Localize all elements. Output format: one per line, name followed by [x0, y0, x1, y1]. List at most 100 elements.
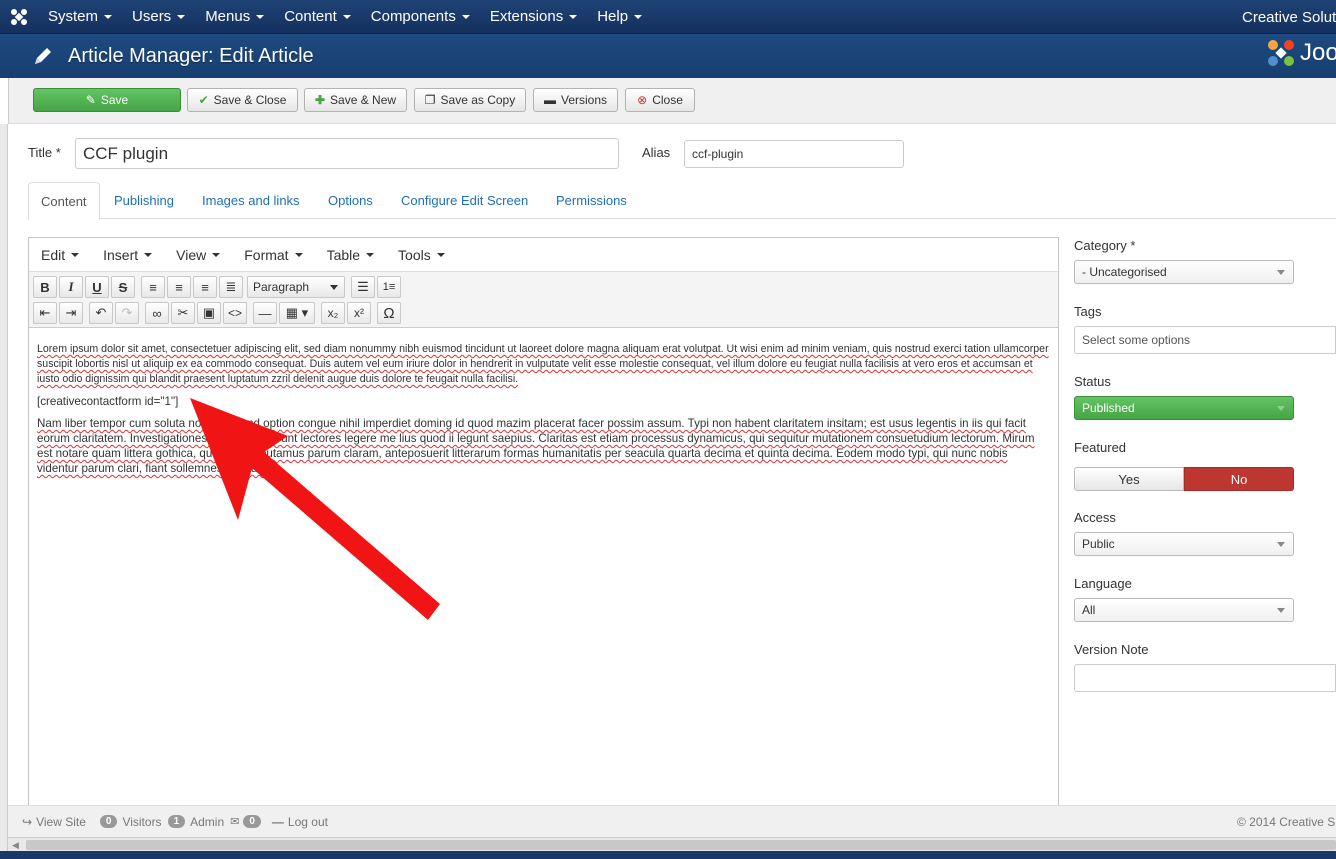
scrollbar-thumb[interactable]: [26, 840, 1336, 850]
visitors-label: Visitors: [122, 814, 162, 829]
status-select[interactable]: Published: [1074, 396, 1294, 420]
caret-down-icon: [1277, 406, 1285, 411]
save-copy-button[interactable]: ❐ Save as Copy: [414, 88, 526, 112]
strikethrough-icon[interactable]: S: [111, 276, 135, 298]
caret-down-icon: [634, 14, 643, 19]
versions-button[interactable]: ▬ Versions: [533, 88, 618, 112]
menu-help[interactable]: Help: [587, 0, 652, 34]
menu-menus[interactable]: Menus: [195, 0, 274, 34]
cancel-icon: ⊗: [637, 93, 648, 107]
save-new-button-label: Save & New: [330, 93, 397, 107]
special-character-icon[interactable]: Ω: [377, 302, 401, 324]
caret-down-icon: [104, 14, 113, 19]
language-select[interactable]: All: [1074, 598, 1294, 622]
featured-no-button[interactable]: No: [1184, 467, 1294, 491]
menu-system[interactable]: System: [38, 0, 122, 34]
tags-input[interactable]: Select some options: [1074, 326, 1336, 354]
logout-link[interactable]: — Log out: [272, 815, 328, 829]
caret-down-icon: [294, 252, 303, 257]
numbered-list-icon[interactable]: 1≡: [377, 276, 401, 298]
caret-down-icon: [330, 285, 338, 290]
pencil-icon: [35, 48, 51, 64]
format-select[interactable]: Paragraph: [247, 276, 345, 298]
caret-down-icon: [342, 14, 351, 19]
editor-menu-table[interactable]: Table: [315, 247, 386, 263]
joomla-logo-icon[interactable]: [0, 0, 38, 34]
bold-icon[interactable]: B: [33, 276, 57, 298]
menu-components[interactable]: Components: [361, 0, 480, 34]
close-button[interactable]: ⊗ Close: [625, 88, 695, 112]
category-select-value: - Uncategorised: [1082, 265, 1167, 279]
save-close-button[interactable]: ✔ Save & Close: [187, 88, 298, 112]
align-center-icon[interactable]: ≡: [167, 276, 191, 298]
tab-options[interactable]: Options: [316, 182, 385, 219]
menu-content-label: Content: [284, 8, 337, 25]
unlink-icon[interactable]: ✂: [171, 302, 195, 324]
save-new-button[interactable]: ✚ Save & New: [304, 88, 407, 112]
edit-tabs: Content Publishing Images and links Opti…: [28, 182, 1336, 220]
horizontal-rule-icon[interactable]: —: [253, 302, 277, 324]
horizontal-scrollbar[interactable]: ◀: [8, 837, 1336, 851]
editor-menu-tools[interactable]: Tools: [386, 247, 457, 263]
title-label: Title *: [28, 145, 61, 160]
site-title-link[interactable]: Creative Solut: [1242, 0, 1336, 34]
save-copy-button-label: Save as Copy: [440, 93, 516, 107]
save-button[interactable]: ✎ Save: [33, 88, 181, 112]
content-paragraph-3: Nam liber tempor cum soluta nobis eleife…: [37, 417, 1035, 475]
messages-count-badge: 0: [243, 815, 261, 828]
category-select[interactable]: - Uncategorised: [1074, 260, 1294, 284]
tab-configure-edit-screen[interactable]: Configure Edit Screen: [389, 182, 540, 219]
joomla-brand: Joo: [1266, 38, 1336, 68]
editor-menu-edit[interactable]: Edit: [29, 247, 91, 263]
outdent-icon[interactable]: ⇤: [33, 302, 57, 324]
alias-input[interactable]: ccf-plugin: [684, 140, 904, 168]
top-navbar: System Users Menus Content Components Ex…: [0, 0, 1336, 34]
image-icon[interactable]: ▣: [197, 302, 221, 324]
access-select[interactable]: Public: [1074, 532, 1294, 556]
editor-menu-insert[interactable]: Insert: [91, 247, 164, 263]
caret-down-icon: [71, 252, 80, 257]
tab-content[interactable]: Content: [28, 182, 100, 220]
admin-status: 1 Admin: [167, 815, 224, 829]
underline-icon[interactable]: U: [85, 276, 109, 298]
italic-icon[interactable]: I: [59, 276, 83, 298]
tab-images-links[interactable]: Images and links: [190, 182, 312, 219]
menu-users[interactable]: Users: [122, 0, 195, 34]
redo-icon[interactable]: ↷: [115, 302, 139, 324]
version-note-input[interactable]: [1074, 664, 1336, 692]
featured-yes-button[interactable]: Yes: [1074, 467, 1184, 491]
status-label: Status: [1074, 374, 1111, 389]
editor-content-area[interactable]: Lorem ipsum dolor sit amet, consectetuer…: [37, 342, 1049, 483]
view-site-link[interactable]: ↪ View Site: [22, 815, 86, 829]
joomla-brand-icon: [1268, 40, 1294, 66]
menu-extensions[interactable]: Extensions: [480, 0, 587, 34]
caret-down-icon: [177, 14, 186, 19]
editor-menu-tools-label: Tools: [398, 246, 431, 263]
undo-icon[interactable]: ↶: [89, 302, 113, 324]
title-input[interactable]: CCF plugin: [75, 138, 619, 169]
brand-text: Joo: [1300, 39, 1336, 66]
status-select-value: Published: [1082, 401, 1135, 415]
subscript-icon[interactable]: x₂: [321, 302, 345, 324]
table-icon[interactable]: ▦ ▾: [279, 302, 315, 324]
messages-status[interactable]: ✉ 0: [230, 815, 266, 828]
external-link-icon: ↪: [22, 814, 33, 829]
close-button-label: Close: [652, 93, 683, 107]
align-left-icon[interactable]: ≡: [141, 276, 165, 298]
tab-publishing[interactable]: Publishing: [102, 182, 186, 219]
link-icon[interactable]: ∞: [145, 302, 169, 324]
bullet-list-icon[interactable]: ☰: [351, 276, 375, 298]
indent-icon[interactable]: ⇥: [59, 302, 83, 324]
tab-permissions[interactable]: Permissions: [544, 182, 639, 219]
editor-menu-view[interactable]: View: [164, 247, 232, 263]
page-header: Article Manager: Edit Article Joo: [0, 34, 1336, 78]
editor-menu-format[interactable]: Format: [232, 247, 314, 263]
scroll-left-icon[interactable]: ◀: [12, 838, 19, 852]
align-justify-icon[interactable]: ≣: [219, 276, 243, 298]
main-menu: System Users Menus Content Components Ex…: [38, 0, 652, 34]
access-label: Access: [1074, 510, 1116, 525]
menu-content[interactable]: Content: [274, 0, 361, 34]
code-icon[interactable]: <>: [223, 302, 247, 324]
superscript-icon[interactable]: x²: [347, 302, 371, 324]
align-right-icon[interactable]: ≡: [193, 276, 217, 298]
